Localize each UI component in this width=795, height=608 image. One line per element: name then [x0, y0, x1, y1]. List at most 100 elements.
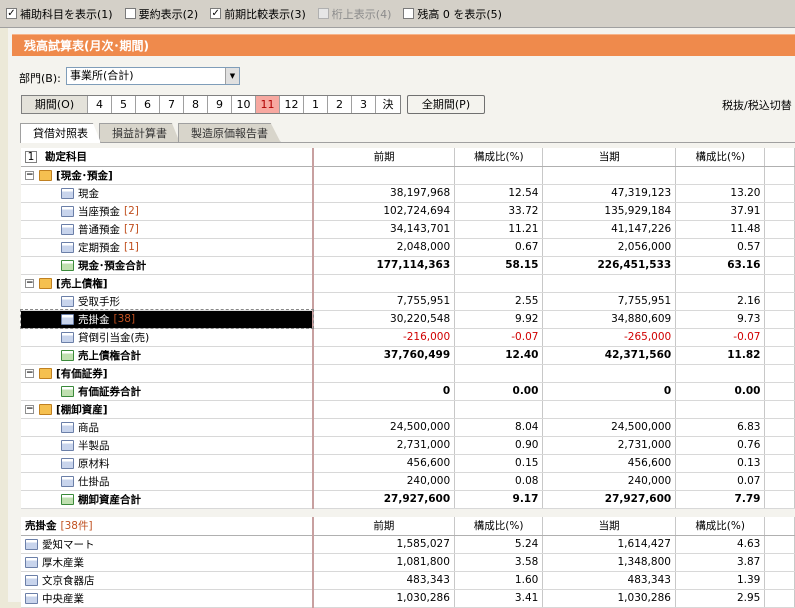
prev-cell [313, 364, 456, 383]
period-label-button[interactable]: 期間(O) [22, 96, 88, 113]
table-row[interactable]: 定期預金 [1] 2,048,000 0.67 2,056,000 0.57 [21, 238, 795, 257]
table-row[interactable]: 有価証券合計 0 0.00 0 0.00 [21, 382, 795, 401]
tab-1[interactable]: 貸借対照表 [20, 123, 101, 143]
ratio1-header[interactable]: 構成比(%) [454, 148, 544, 167]
ratio2-header[interactable]: 構成比(%) [675, 148, 766, 167]
collapse-toggle-icon[interactable]: − [25, 170, 34, 180]
period-button-3[interactable]: 6 [136, 96, 160, 113]
account-cell[interactable]: 棚卸資産合計 [21, 490, 315, 509]
account-cell[interactable]: 普通預金 [7] [21, 220, 315, 239]
account-cell[interactable]: 有価証券合計 [21, 382, 315, 401]
option-checkbox[interactable]: ✓ [6, 8, 17, 19]
option-checkbox[interactable] [124, 8, 136, 19]
period-button-10[interactable]: 1 [304, 96, 328, 113]
full-period-button[interactable]: 全期間(P) [407, 95, 485, 114]
table-row[interactable]: 貸倒引当金(売) -216,000 -0.07 -265,000 -0.07 [21, 328, 795, 347]
sub-name-header[interactable]: 売掛金 [38件] [21, 517, 314, 536]
table-row[interactable]: 原材料 456,600 0.15 456,600 0.13 [21, 454, 795, 473]
table-row[interactable]: 受取手形 7,755,951 2.55 7,755,951 2.16 [21, 292, 795, 311]
account-cell[interactable]: 貸倒引当金(売) [21, 328, 315, 347]
account-cell[interactable]: 現金 [21, 184, 315, 203]
period-button-11[interactable]: 2 [328, 96, 352, 113]
table-row[interactable]: 現金･預金合計 177,114,363 58.15 226,451,533 63.16 [21, 256, 795, 275]
account-name: 売上債権合計 [78, 349, 141, 362]
account-cell[interactable]: − [棚卸資産] [21, 400, 315, 419]
table-row[interactable]: 商品 24,500,000 8.04 24,500,000 6.83 [21, 418, 795, 437]
table-row[interactable]: 売上債権合計 37,760,499 12.40 42,371,560 11.82 [21, 346, 795, 365]
option-1[interactable]: ✓ 補助科目を表示(1) [6, 6, 113, 22]
account-cell[interactable]: 受取手形 [21, 292, 315, 311]
prev-cell: 38,197,968 [313, 184, 456, 203]
sub-ratio2-header[interactable]: 構成比(%) [675, 517, 766, 536]
table-row[interactable]: 棚卸資産合計 27,927,600 9.17 27,927,600 7.79 [21, 490, 795, 509]
option-checkbox[interactable]: ✓ [210, 8, 222, 19]
period-button-9[interactable]: 12 [280, 96, 304, 113]
sub-curr-header[interactable]: 当期 [542, 517, 676, 536]
account-cell[interactable]: 売上債権合計 [21, 346, 315, 365]
option-5[interactable]: 残高 0 を表示(5) [403, 6, 502, 22]
option-2[interactable]: 要約表示(2) [124, 6, 198, 22]
customer-cell[interactable]: 文京食器店 [21, 571, 314, 590]
table-row[interactable]: 現金 38,197,968 12.54 47,319,123 13.20 [21, 184, 795, 203]
period-button-8[interactable]: 11 [256, 96, 280, 113]
group-row[interactable]: − [売上債権] [21, 274, 795, 293]
curr-cell [542, 400, 677, 419]
sub-prev-header[interactable]: 前期 [312, 517, 455, 536]
curr-cell: 42,371,560 [542, 346, 677, 365]
account-cell[interactable]: 原材料 [21, 454, 315, 473]
tab-3[interactable]: 製造原価報告書 [178, 123, 281, 143]
account-cell[interactable]: 半製品 [21, 436, 315, 455]
account-cell[interactable]: 商品 [21, 418, 315, 437]
r2-cell: 0.07 [675, 472, 766, 491]
period-button-12[interactable]: 3 [352, 96, 376, 113]
chevron-down-icon[interactable]: ▼ [225, 68, 239, 84]
period-button-2[interactable]: 5 [112, 96, 136, 113]
sub-ratio1-header[interactable]: 構成比(%) [454, 517, 544, 536]
account-name-header[interactable]: 1 勘定科目 [21, 148, 315, 167]
customer-cell[interactable]: 中央産業 [21, 589, 314, 608]
r2-cell: 4.63 [675, 535, 766, 554]
account-icon [61, 421, 74, 433]
period-button-1[interactable]: 4 [88, 96, 112, 113]
period-button-5[interactable]: 8 [184, 96, 208, 113]
period-button-6[interactable]: 9 [208, 96, 232, 113]
table-row[interactable]: 売掛金 [38] 30,220,548 9.92 34,880,609 9.73 [19, 309, 795, 329]
prev-header[interactable]: 前期 [313, 148, 456, 167]
table-row[interactable]: 中央産業 1,030,286 3.41 1,030,286 2.95 [21, 589, 795, 608]
option-3[interactable]: ✓ 前期比較表示(3) [210, 6, 306, 22]
account-cell[interactable]: 定期預金 [1] [21, 238, 315, 257]
collapse-toggle-icon[interactable]: − [25, 368, 34, 378]
collapse-toggle-icon[interactable]: − [25, 278, 34, 288]
tab-2[interactable]: 損益計算書 [99, 123, 180, 143]
department-select[interactable]: 事業所(合計) ▼ [66, 67, 240, 85]
period-button-4[interactable]: 7 [160, 96, 184, 113]
group-row[interactable]: − [現金･預金] [21, 166, 795, 185]
table-row[interactable]: 厚木産業 1,081,800 3.58 1,348,800 3.87 [21, 553, 795, 572]
group-row[interactable]: − [有価証券] [21, 364, 795, 383]
table-row[interactable]: 文京食器店 483,343 1.60 483,343 1.39 [21, 571, 795, 590]
curr-header[interactable]: 当期 [542, 148, 677, 167]
period-button-13[interactable]: 決 [376, 96, 400, 113]
account-cell[interactable]: − [現金･預金] [21, 166, 315, 185]
table-row[interactable]: 仕掛品 240,000 0.08 240,000 0.07 [21, 472, 795, 491]
tax-toggle-label[interactable]: 税抜/税込切替 [722, 97, 792, 113]
collapse-toggle-icon[interactable]: − [25, 404, 34, 414]
table-row[interactable]: 半製品 2,731,000 0.90 2,731,000 0.76 [21, 436, 795, 455]
table-row[interactable]: 愛知マート 1,585,027 5.24 1,614,427 4.63 [21, 535, 795, 554]
account-cell[interactable]: − [売上債権] [21, 274, 315, 293]
customer-cell[interactable]: 愛知マート [21, 535, 314, 554]
customer-cell[interactable]: 厚木産業 [21, 553, 314, 572]
account-cell[interactable]: − [有価証券] [21, 364, 315, 383]
account-cell[interactable]: 当座預金 [2] [21, 202, 315, 221]
account-cell[interactable]: 売掛金 [38] [19, 309, 315, 329]
account-icon [61, 205, 74, 217]
option-checkbox[interactable] [403, 8, 415, 19]
account-name-wrap: − [棚卸資産] [25, 402, 308, 417]
account-cell[interactable]: 仕掛品 [21, 472, 315, 491]
r1-cell: 12.54 [454, 184, 544, 203]
period-button-7[interactable]: 10 [232, 96, 256, 113]
account-cell[interactable]: 現金･預金合計 [21, 256, 315, 275]
table-row[interactable]: 普通預金 [7] 34,143,701 11.21 41,147,226 11.48 [21, 220, 795, 239]
table-row[interactable]: 当座預金 [2] 102,724,694 33.72 135,929,184 37.91 [21, 202, 795, 221]
group-row[interactable]: − [棚卸資産] [21, 400, 795, 419]
